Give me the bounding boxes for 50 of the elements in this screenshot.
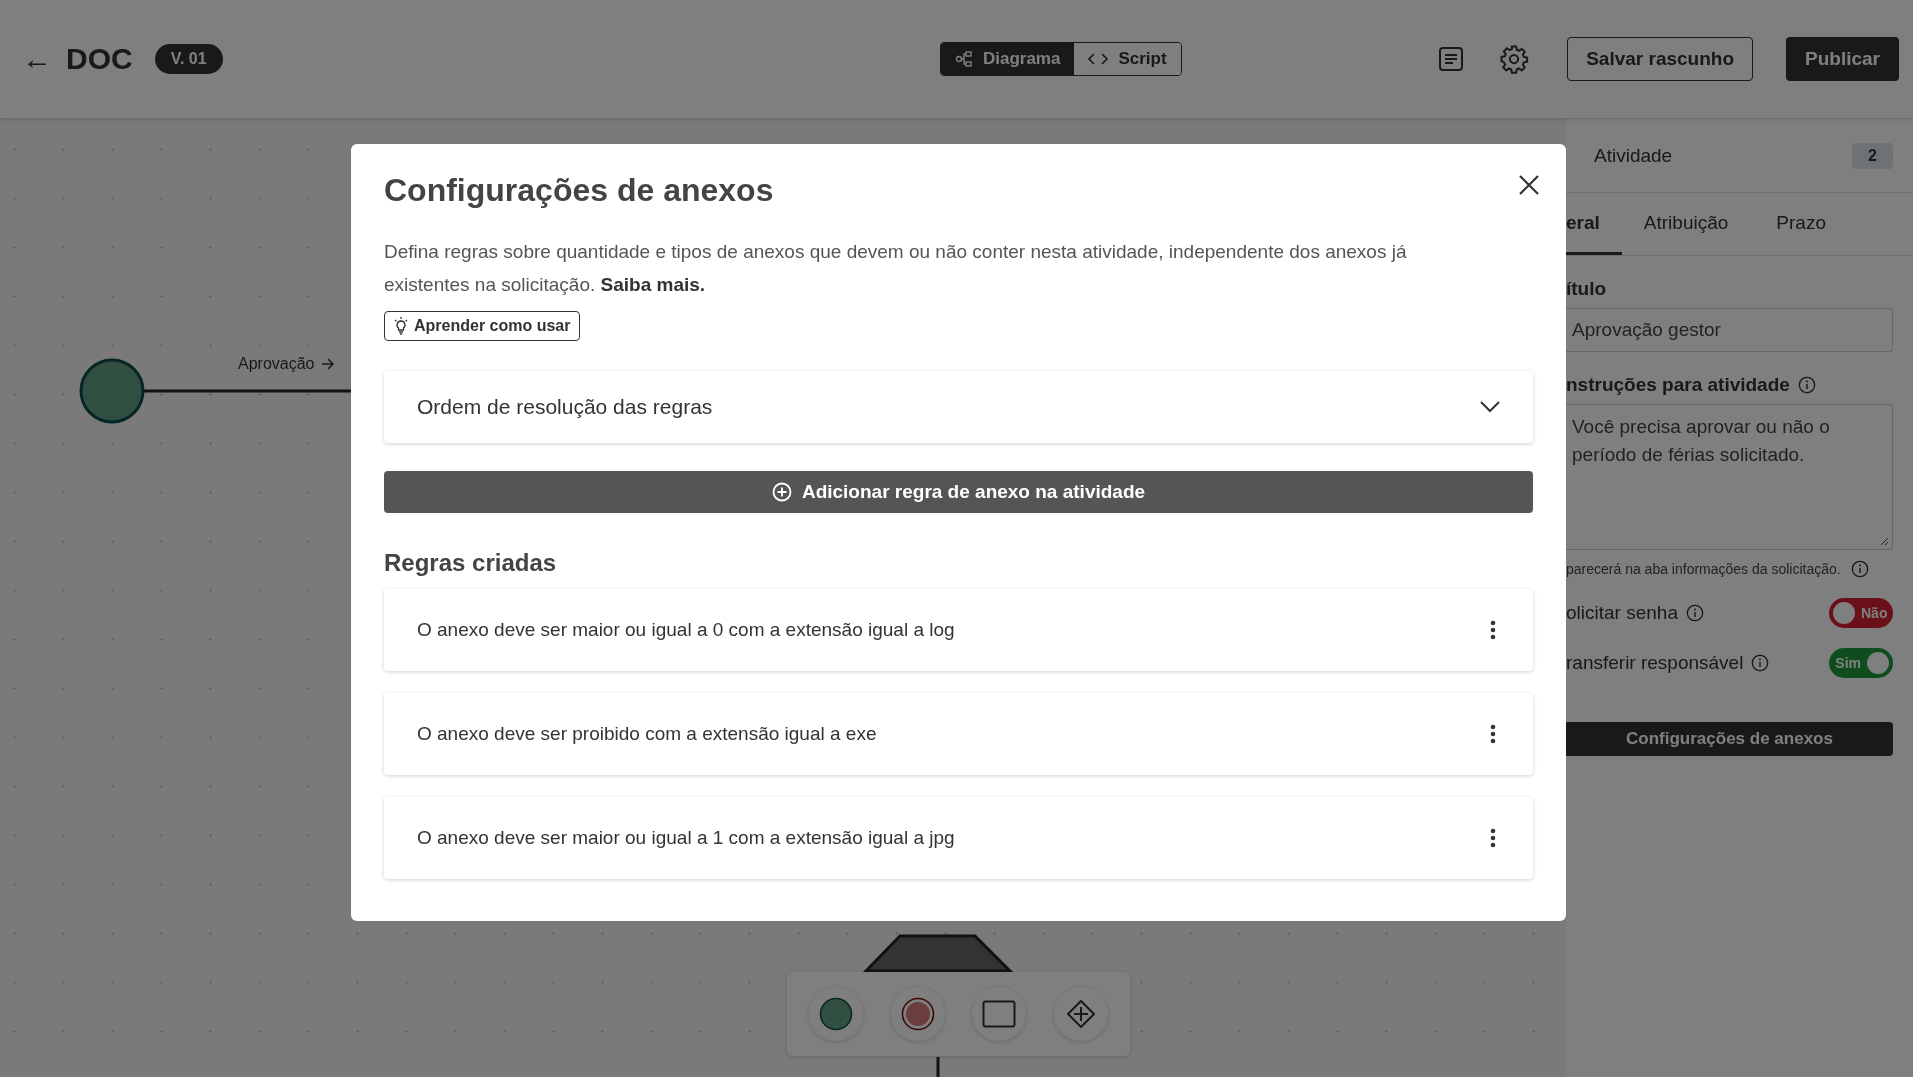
panel-tab[interactable]: Prazo (1776, 193, 1850, 255)
toggle-label: olicitar senha (1566, 602, 1678, 624)
panel-tab[interactable]: Atribuição (1643, 193, 1753, 255)
connector-line (936, 1057, 940, 1077)
rule-text: O anexo deve ser maior ou igual a 0 com a extensão igual a log (417, 619, 955, 641)
start-node[interactable] (79, 358, 145, 424)
rules-heading: Regras criadas (384, 549, 558, 577)
diamond-plus-icon (1066, 999, 1097, 1029)
save-draft-button[interactable]: Salvar rascunho (1567, 37, 1753, 81)
rule-text: O anexo deve ser maior ou igual a 1 com a extensão igual a jpg (417, 827, 955, 849)
activity-tool[interactable] (972, 987, 1027, 1041)
info-icon (1751, 654, 1770, 672)
count-badge: 2 (1852, 142, 1893, 169)
view-tab[interactable]: Diagrama (940, 43, 1075, 75)
version-badge: V. 01 (154, 44, 223, 74)
diagram-icon (954, 51, 973, 67)
panel-title: Atividade (1594, 144, 1673, 167)
title-input[interactable]: Aprovação gestor (1566, 308, 1893, 352)
publish-button[interactable]: Publicar (1786, 37, 1899, 81)
modal-title: Configurações de anexos (384, 172, 774, 209)
add-rule-button[interactable]: Adicionar regra de anexo na atividade (384, 471, 1533, 513)
info-icon (1850, 560, 1869, 578)
arrow-icon (320, 358, 335, 370)
info-icon (1685, 604, 1704, 622)
field-label: nstruções para atividade (1566, 374, 1790, 396)
plus-circle-icon (771, 482, 792, 502)
gateway-tool[interactable] (1054, 987, 1109, 1041)
rules-order-accordion[interactable]: Ordem de resolução das regras (384, 371, 1533, 443)
attachments-settings-button[interactable]: Configurações de anexos (1566, 722, 1893, 756)
toggle-label: ransferir responsável (1566, 652, 1744, 674)
modal-description: Defina regras sobre quantidade e tipos de anexos que devem ou não conter nesta atividade, independente dos anexos já existentes na solicitação. Saiba mais. (384, 240, 1408, 297)
chevron-icon (1480, 401, 1500, 413)
toggle-switch[interactable]: Sim (1829, 648, 1893, 678)
rectangle-icon (982, 1000, 1017, 1028)
circle-icon (900, 997, 935, 1031)
resize-grip-icon[interactable] (1879, 536, 1889, 546)
edge-label: Aprovação (238, 355, 315, 373)
hint-text: parecerá na aba informações da solicitação. (1566, 561, 1841, 577)
rule-text: O anexo deve ser proibido com a extensão igual a exe (417, 723, 877, 745)
lightbulb-icon (394, 317, 408, 335)
start-node-tool[interactable] (808, 987, 863, 1041)
end-node-tool[interactable] (890, 987, 945, 1041)
back-arrow[interactable]: ← (22, 42, 52, 76)
toggle-switch[interactable]: Não (1829, 598, 1893, 628)
circle-icon (818, 997, 853, 1031)
code-icon (1088, 52, 1109, 66)
learn-button[interactable]: Aprender como usar (384, 311, 581, 341)
document-title: DOC (66, 42, 133, 76)
info-icon (1797, 376, 1816, 394)
field-label: ítulo (1566, 278, 1607, 300)
